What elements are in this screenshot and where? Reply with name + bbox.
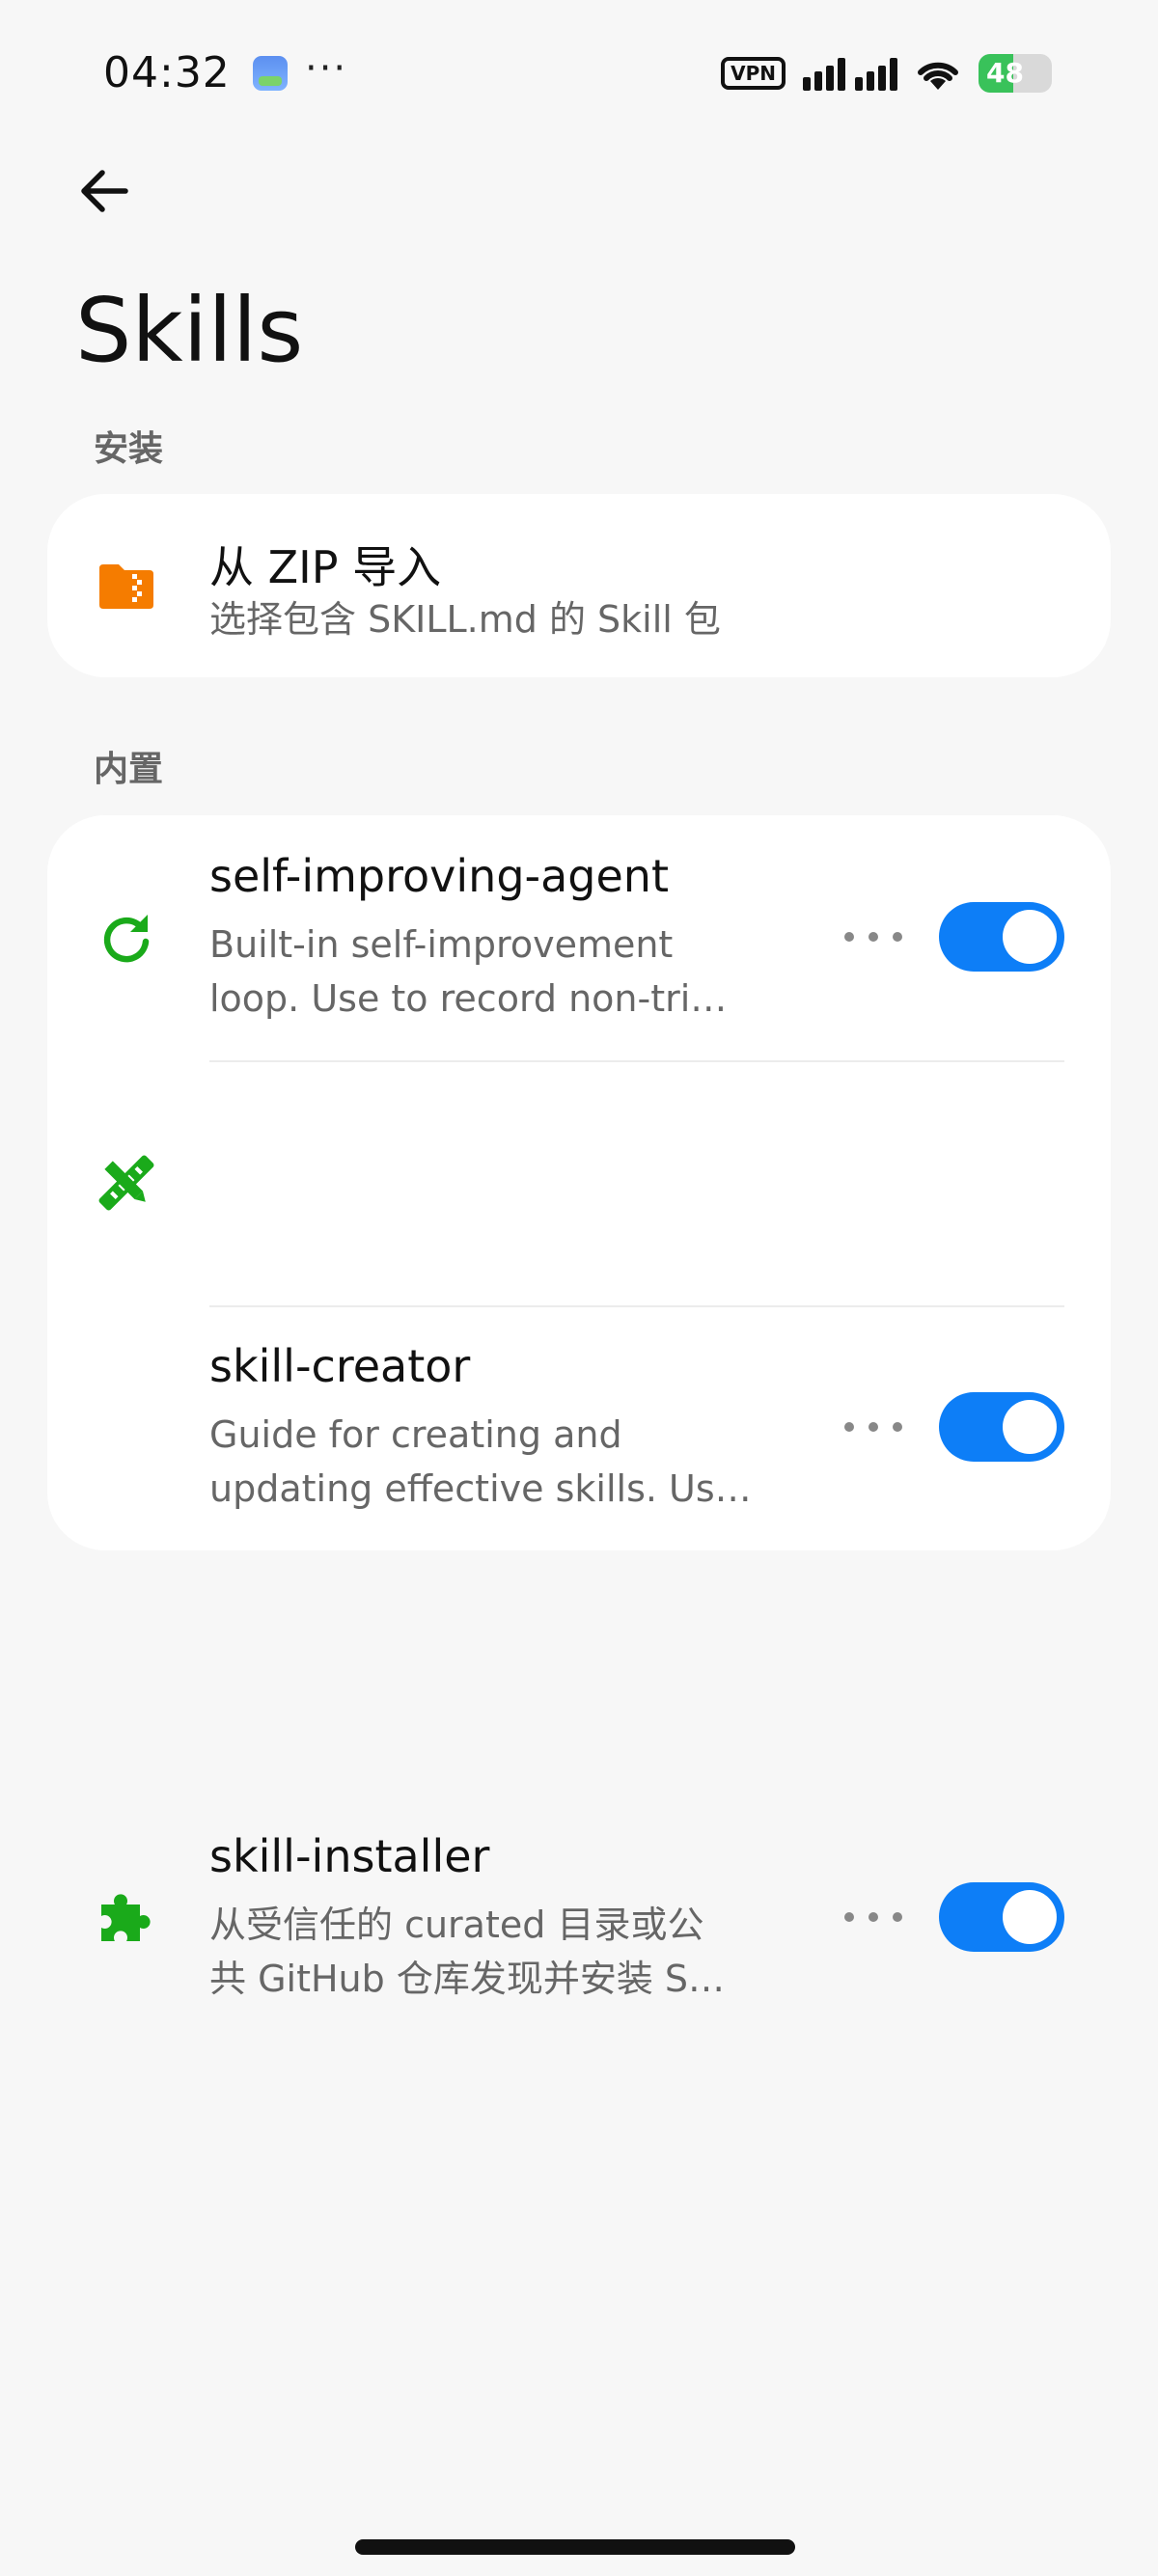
skill-toggle[interactable] xyxy=(939,902,1064,972)
skill-desc-line1: 从受信任的 curated 目录或公 xyxy=(209,1904,704,1946)
skill-desc-line2: loop. Use to record non-tri… xyxy=(209,977,728,1020)
skill-desc: 从受信任的 curated 目录或公 共 GitHub 仓库发现并安装 S… xyxy=(209,1898,827,2006)
puzzle-icon xyxy=(101,1894,151,1941)
home-indicator[interactable] xyxy=(355,2539,795,2555)
builtin-card: self-improving-agent Built-in self-impro… xyxy=(47,815,1111,2000)
install-card: 从 ZIP 导入 选择包含 SKILL.md 的 Skill 包 xyxy=(47,494,1111,677)
import-zip-desc-text: 选择包含 SKILL.md 的 Skill 包 xyxy=(209,598,721,641)
more-dots-icon xyxy=(844,932,854,942)
vpn-icon: VPN xyxy=(721,57,786,90)
back-button[interactable] xyxy=(75,162,133,220)
arrow-left-icon xyxy=(81,170,128,212)
import-zip-title: 从 ZIP 导入 xyxy=(209,541,442,593)
toggle-knob xyxy=(1003,910,1057,964)
status-icons: VPN 48 xyxy=(721,52,1052,95)
folder-zip-icon xyxy=(99,564,153,609)
skill-item-skill-installer[interactable]: skill-installer 从受信任的 curated 目录或公 共 Git… xyxy=(47,1305,1111,2000)
refresh-icon xyxy=(103,915,150,963)
skill-title: skill-installer xyxy=(209,1830,490,1882)
import-zip-item[interactable]: 从 ZIP 导入 选择包含 SKILL.md 的 Skill 包 xyxy=(47,494,1111,677)
skill-desc-line1: Built-in self-improvement xyxy=(209,923,674,966)
skill-desc-line2: 共 GitHub 仓库发现并安装 S… xyxy=(209,1958,726,2000)
more-options-button[interactable] xyxy=(844,918,902,956)
status-bar: 04:32 ··· VPN 48 xyxy=(0,39,1158,106)
import-zip-desc: 选择包含 SKILL.md 的 Skill 包 xyxy=(209,592,1039,646)
status-more-icon: ··· xyxy=(305,46,348,91)
skill-title: self-improving-agent xyxy=(209,850,669,902)
page-title: Skills xyxy=(75,279,304,382)
wifi-icon xyxy=(918,62,958,90)
app-icon xyxy=(253,56,288,91)
section-label-builtin: 内置 xyxy=(94,750,164,789)
pencil-ruler-icon xyxy=(98,1155,154,1211)
battery-icon: 48 xyxy=(979,54,1052,93)
skill-item-skill-creator[interactable]: skill-creator Guide for creating and upd… xyxy=(47,1060,1111,1510)
section-label-install: 安装 xyxy=(94,429,164,469)
status-time: 04:32 xyxy=(103,48,231,97)
more-options-button[interactable] xyxy=(844,1898,902,1936)
skill-item-self-improving-agent[interactable]: self-improving-agent Built-in self-impro… xyxy=(47,815,1111,1060)
battery-level: 48 xyxy=(986,57,1024,89)
signal-icon xyxy=(803,56,897,91)
toggle-knob xyxy=(1003,1890,1057,1944)
skill-desc: Built-in self-improvement loop. Use to r… xyxy=(209,918,827,1026)
more-dots-icon xyxy=(844,1912,854,1922)
skill-toggle[interactable] xyxy=(939,1882,1064,1952)
